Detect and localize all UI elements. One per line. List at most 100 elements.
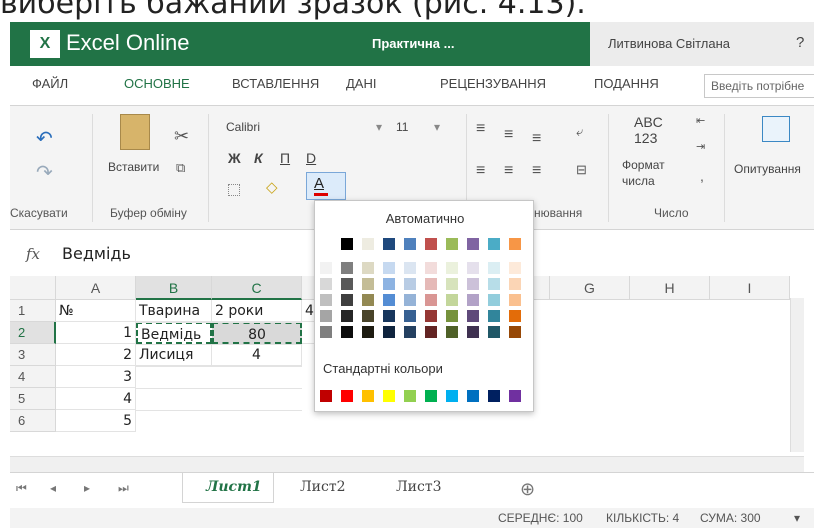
align-left-icon[interactable]: ≡ [476,162,485,180]
cell[interactable]: 5 [56,410,136,432]
color-swatch[interactable] [340,237,354,251]
color-swatch[interactable] [382,309,396,323]
align-right-icon[interactable]: ≡ [532,162,541,180]
color-swatch[interactable] [340,325,354,339]
comma-style-icon[interactable]: , [700,168,704,184]
standard-color-swatch[interactable] [340,389,354,403]
tab-review[interactable]: РЕЦЕНЗУВАННЯ [440,76,546,91]
survey-icon[interactable] [762,116,790,142]
cell[interactable]: 3 [56,366,136,388]
borders-icon[interactable] [228,184,240,196]
chevron-down-icon[interactable]: ▾ [376,120,382,134]
color-swatch[interactable] [340,261,354,275]
standard-color-swatch[interactable] [466,389,480,403]
standard-color-swatch[interactable] [319,389,333,403]
align-middle-icon[interactable]: ≡ [504,126,513,144]
standard-color-swatch[interactable] [382,389,396,403]
number-format-button-2[interactable]: числа [622,174,655,188]
color-swatch[interactable] [319,325,333,339]
formula-input[interactable]: Ведмідь [62,244,131,263]
color-swatch[interactable] [361,325,375,339]
color-swatch[interactable] [487,325,501,339]
color-swatch[interactable] [361,277,375,291]
color-swatch[interactable] [487,277,501,291]
color-swatch[interactable] [487,309,501,323]
standard-color-swatch[interactable] [403,389,417,403]
color-swatch[interactable] [319,293,333,307]
color-swatch[interactable] [508,293,522,307]
standard-color-swatch[interactable] [424,389,438,403]
italic-button[interactable]: К [254,150,263,166]
paste-button[interactable]: Вставити [108,160,159,174]
color-swatch[interactable] [319,277,333,291]
survey-button[interactable]: Опитування [734,162,801,176]
redo-icon[interactable]: ↷ [36,160,53,185]
last-sheet-icon[interactable]: ⏭ [118,481,129,496]
color-swatch[interactable] [466,237,480,251]
selected-cell[interactable]: 80 [212,322,302,344]
color-swatch[interactable] [319,237,333,251]
merge-cells-icon[interactable]: ⊟ [576,162,587,178]
select-all-corner[interactable] [10,276,56,300]
vertical-scrollbar[interactable] [790,298,804,452]
color-swatch[interactable] [445,237,459,251]
color-swatch[interactable] [403,293,417,307]
color-swatch[interactable] [382,293,396,307]
standard-color-swatch[interactable] [445,389,459,403]
color-swatch[interactable] [382,277,396,291]
standard-color-swatch[interactable] [508,389,522,403]
cell[interactable]: Лисиця [136,344,212,366]
color-swatch[interactable] [487,261,501,275]
color-swatch[interactable] [487,237,501,251]
color-swatch[interactable] [319,261,333,275]
color-swatch[interactable] [340,277,354,291]
color-swatch[interactable] [445,293,459,307]
help-icon[interactable]: ? [796,34,804,51]
color-swatch[interactable] [445,261,459,275]
color-swatch[interactable] [382,237,396,251]
color-swatch[interactable] [508,277,522,291]
automatic-color-option[interactable]: Автоматично [315,211,535,226]
row-header[interactable]: 6 [10,410,56,432]
sheet-tab-3[interactable]: Лист3 [396,479,442,495]
font-name-select[interactable]: Calibri [226,120,260,134]
horizontal-scrollbar[interactable] [10,456,804,472]
color-swatch[interactable] [403,261,417,275]
color-swatch[interactable] [424,325,438,339]
color-swatch[interactable] [403,237,417,251]
tab-file[interactable]: ФАЙЛ [32,76,68,91]
prev-sheet-icon[interactable]: ◂ [50,481,56,495]
color-swatch[interactable] [403,309,417,323]
row-header[interactable]: 1 [10,300,56,322]
column-header[interactable]: C [212,276,302,300]
color-swatch[interactable] [340,293,354,307]
color-swatch[interactable] [319,309,333,323]
tab-home[interactable]: ОСНОВНЕ [124,76,190,91]
color-swatch[interactable] [466,277,480,291]
color-swatch[interactable] [361,237,375,251]
undo-icon[interactable]: ↶ [36,126,53,151]
color-swatch[interactable] [466,325,480,339]
color-swatch[interactable] [445,325,459,339]
bold-button[interactable]: Ж [228,150,241,166]
color-swatch[interactable] [361,309,375,323]
increase-decimal-icon[interactable]: ⇤ [696,114,705,127]
color-swatch[interactable] [445,277,459,291]
color-swatch[interactable] [382,261,396,275]
add-sheet-icon[interactable]: ⊕ [520,479,535,500]
tab-insert[interactable]: ВСТАВЛЕННЯ [232,76,319,91]
cell[interactable]: 2 роки [212,300,302,322]
row-header[interactable]: 5 [10,388,56,410]
color-swatch[interactable] [424,277,438,291]
status-menu-icon[interactable]: ▾ [794,511,800,525]
paste-icon[interactable] [120,114,150,150]
cell[interactable]: № [56,300,136,322]
tab-data[interactable]: ДАНІ [346,76,376,91]
standard-color-swatch[interactable] [487,389,501,403]
tab-view[interactable]: ПОДАННЯ [594,76,659,91]
row-header[interactable]: 4 [10,366,56,388]
align-center-icon[interactable]: ≡ [504,162,513,180]
first-sheet-icon[interactable]: ⏮ [16,481,27,496]
color-swatch[interactable] [445,309,459,323]
color-swatch[interactable] [487,293,501,307]
